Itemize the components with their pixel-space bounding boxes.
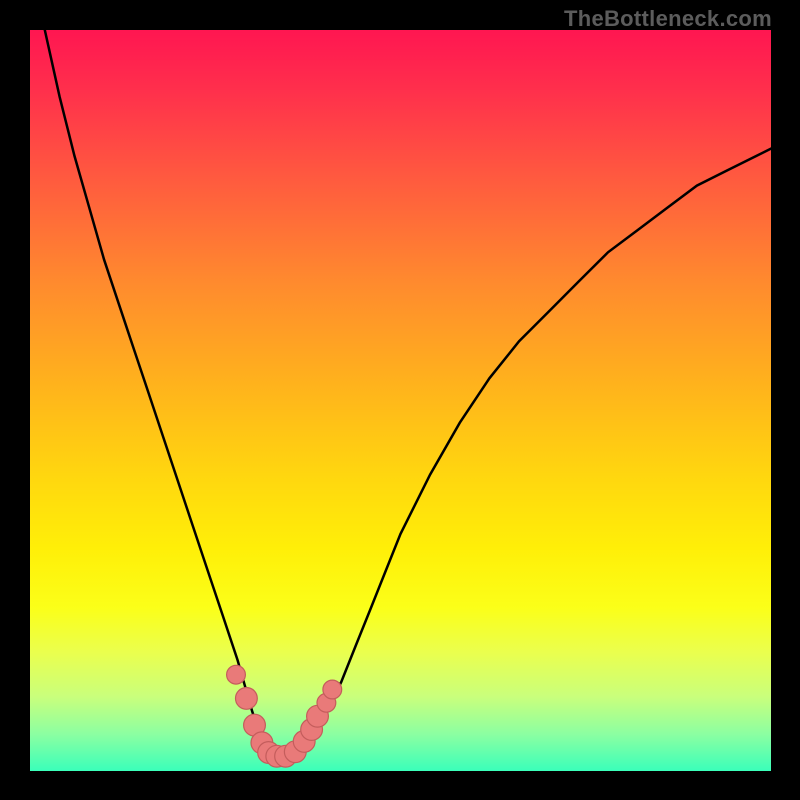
trough-markers (227, 665, 342, 767)
brand-watermark: TheBottleneck.com (564, 6, 772, 32)
chart-stage: TheBottleneck.com (0, 0, 800, 800)
trough-marker (323, 680, 342, 699)
trough-marker (227, 665, 246, 684)
trough-marker (236, 688, 258, 710)
curve-svg (30, 30, 771, 771)
plot-area (30, 30, 771, 771)
bottleneck-curve (30, 30, 771, 756)
